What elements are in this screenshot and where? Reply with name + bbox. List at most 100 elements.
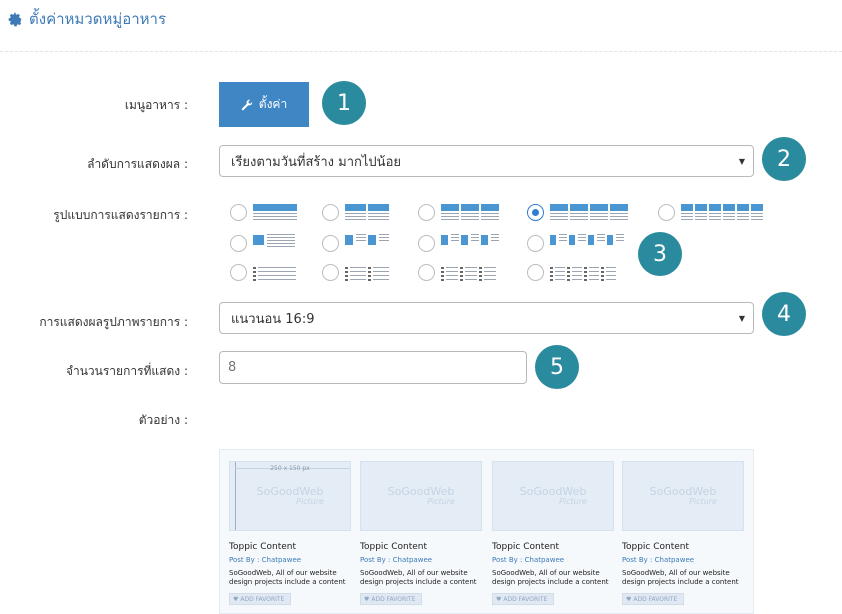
list-1-icon xyxy=(253,234,295,252)
watermark-subtext: Picture xyxy=(559,497,587,506)
page-title-text: ตั้งค่าหมวดหมู่อาหาร xyxy=(29,10,167,28)
layout-option-list-1[interactable] xyxy=(230,234,295,252)
layout-radio[interactable] xyxy=(322,203,339,221)
card-title[interactable]: Toppic Content xyxy=(622,542,744,552)
list-4-icon xyxy=(550,234,624,252)
step-badge-3: 3 xyxy=(638,232,682,276)
layout-option-text-3[interactable] xyxy=(418,264,496,281)
layout-radio[interactable] xyxy=(527,264,544,281)
watermark-subtext: Picture xyxy=(296,497,324,506)
preview-card: 250 x 150 px SoGoodWeb Picture Toppic Co… xyxy=(229,461,351,605)
card-title[interactable]: Toppic Content xyxy=(360,542,482,552)
card-author: Post By : Chatpawee xyxy=(492,556,565,564)
thumbnail-placeholder: SoGoodWeb Picture xyxy=(622,461,744,531)
wrench-icon xyxy=(241,99,253,110)
card-author: Post By : Chatpawee xyxy=(360,556,433,564)
add-favorite-label: ADD FAVORITE xyxy=(633,595,678,603)
preview-card: SoGoodWeb Picture Toppic Content Post By… xyxy=(360,461,482,605)
watermark-text: SoGoodWeb xyxy=(519,485,587,498)
setup-button[interactable]: ตั้งค่า xyxy=(219,82,309,127)
add-favorite-label: ADD FAVORITE xyxy=(503,595,548,603)
text-list-4-icon xyxy=(550,265,616,281)
count-input[interactable]: 8 xyxy=(219,351,527,384)
dropdown-caret-icon: ▼ xyxy=(738,314,745,323)
layout-option-list-4[interactable] xyxy=(527,234,624,252)
heart-icon: ♥ xyxy=(233,595,239,603)
list-3-icon xyxy=(441,234,499,252)
step-badge-2: 2 xyxy=(762,137,806,181)
layout-option-text-2[interactable] xyxy=(322,264,389,281)
dropdown-caret-icon: ▼ xyxy=(738,157,745,166)
card-author: Post By : Chatpawee xyxy=(622,556,695,564)
layout-option-text-4[interactable] xyxy=(527,264,616,281)
layout-radio[interactable] xyxy=(230,264,247,281)
layout-option-list-2[interactable] xyxy=(322,234,389,252)
grid-6-icon xyxy=(681,203,763,221)
layout-radio[interactable] xyxy=(322,264,339,281)
layout-radio[interactable] xyxy=(230,234,247,252)
layout-radio[interactable] xyxy=(418,264,435,281)
grid-4-icon xyxy=(550,203,628,221)
add-favorite-button[interactable]: ♥ ADD FAVORITE xyxy=(492,593,554,605)
thumbnail-placeholder: SoGoodWeb Picture xyxy=(360,461,482,531)
image-ratio-select[interactable]: แนวนอน 16:9 ▼ xyxy=(219,302,754,334)
layout-option-grid-2[interactable] xyxy=(322,203,389,221)
gear-icon xyxy=(8,12,22,26)
count-input-value: 8 xyxy=(228,360,237,375)
add-favorite-button[interactable]: ♥ ADD FAVORITE xyxy=(229,593,291,605)
card-author: Post By : Chatpawee xyxy=(229,556,302,564)
card-title[interactable]: Toppic Content xyxy=(229,542,351,552)
card-description: SoGoodWeb, All of our website design pro… xyxy=(360,569,477,586)
add-favorite-button[interactable]: ♥ ADD FAVORITE xyxy=(622,593,684,605)
layout-option-grid-3[interactable] xyxy=(418,203,499,221)
layout-option-list-3[interactable] xyxy=(418,234,499,252)
page-header: ตั้งค่าหมวดหมู่อาหาร xyxy=(0,0,842,52)
layout-option-text-1[interactable] xyxy=(230,264,296,281)
grid-2-icon xyxy=(345,203,389,221)
layout-option-grid-1[interactable] xyxy=(230,203,297,221)
sort-select[interactable]: เรียงตามวันที่สร้าง มากไปน้อย ▼ xyxy=(219,145,754,177)
layout-radio[interactable] xyxy=(658,203,675,221)
watermark-subtext: Picture xyxy=(427,497,455,506)
step-badge-5: 5 xyxy=(535,345,579,389)
list-2-icon xyxy=(345,234,389,252)
sort-label: ลำดับการแสดงผล : xyxy=(87,157,188,171)
layout-option-grid-6[interactable] xyxy=(658,203,763,221)
layout-radio[interactable] xyxy=(322,234,339,252)
preview-label: ตัวอย่าง : xyxy=(138,413,188,427)
text-list-3-icon xyxy=(441,265,496,281)
card-description: SoGoodWeb, All of our website design pro… xyxy=(492,569,609,586)
text-list-2-icon xyxy=(345,265,389,281)
layout-radio[interactable] xyxy=(418,234,435,252)
thumbnail-placeholder: 250 x 150 px SoGoodWeb Picture xyxy=(229,461,351,531)
step-badge-4: 4 xyxy=(762,292,806,336)
setup-button-label: ตั้งค่า xyxy=(258,97,288,111)
layout-radio-selected[interactable] xyxy=(527,203,544,221)
sort-select-value: เรียงตามวันที่สร้าง มากไปน้อย xyxy=(231,154,401,170)
watermark-subtext: Picture xyxy=(689,497,717,506)
layout-radio[interactable] xyxy=(230,203,247,221)
thumbnail-placeholder: SoGoodWeb Picture xyxy=(492,461,614,531)
card-title[interactable]: Toppic Content xyxy=(492,542,614,552)
heart-icon: ♥ xyxy=(364,595,370,603)
layout-label: รูปแบบการแสดงรายการ : xyxy=(53,208,188,222)
image-ratio-value: แนวนอน 16:9 xyxy=(231,311,315,327)
layout-radio[interactable] xyxy=(527,234,544,252)
preview-card: SoGoodWeb Picture Toppic Content Post By… xyxy=(622,461,744,605)
add-favorite-button[interactable]: ♥ ADD FAVORITE xyxy=(360,593,422,605)
heart-icon: ♥ xyxy=(626,595,632,603)
step-badge-1: 1 xyxy=(322,81,366,125)
layout-option-grid-4[interactable] xyxy=(527,203,628,221)
heart-icon: ♥ xyxy=(496,595,502,603)
card-description: SoGoodWeb, All of our website design pro… xyxy=(622,569,739,586)
watermark-text: SoGoodWeb xyxy=(649,485,717,498)
preview-card: SoGoodWeb Picture Toppic Content Post By… xyxy=(492,461,614,605)
dimension-text: 250 x 150 px xyxy=(270,465,310,472)
watermark-text: SoGoodWeb xyxy=(256,485,324,498)
layout-radio[interactable] xyxy=(418,203,435,221)
add-favorite-label: ADD FAVORITE xyxy=(371,595,416,603)
add-favorite-label: ADD FAVORITE xyxy=(240,595,285,603)
count-label: จำนวนรายการที่แสดง : xyxy=(65,364,188,378)
preview-panel: 250 x 150 px SoGoodWeb Picture Toppic Co… xyxy=(219,449,754,614)
watermark-text: SoGoodWeb xyxy=(387,485,455,498)
